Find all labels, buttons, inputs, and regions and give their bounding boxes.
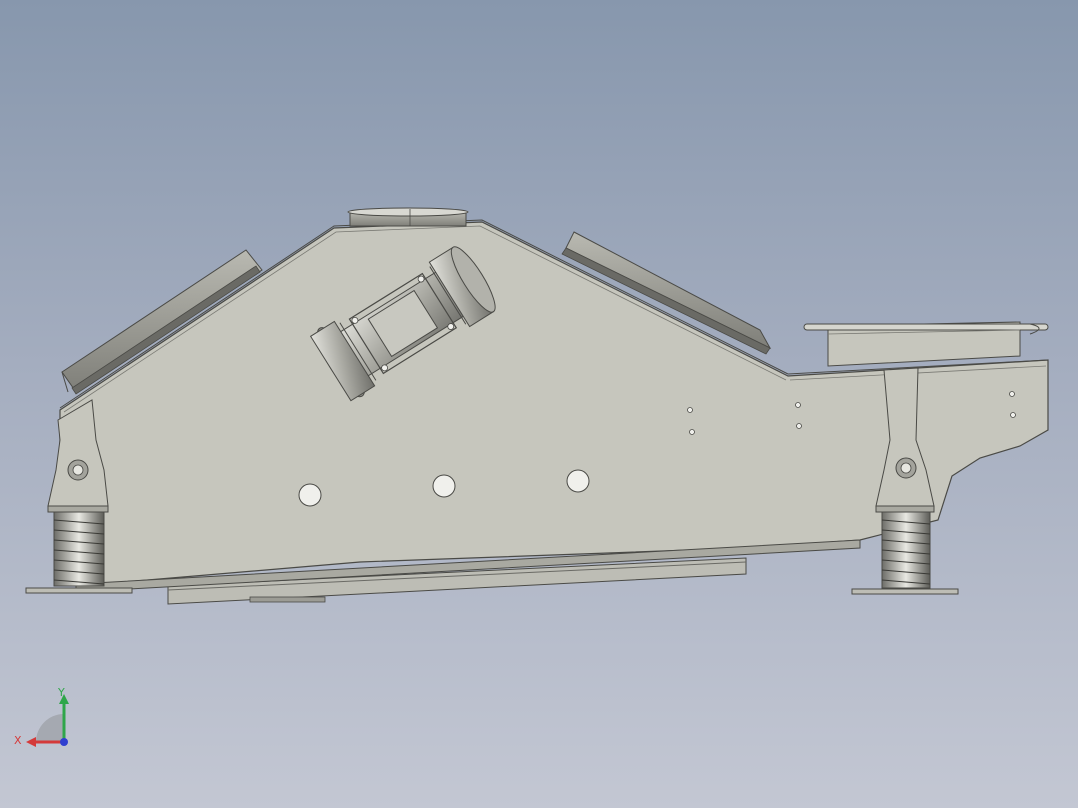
triad-plane-icon xyxy=(36,714,64,742)
x-axis-arrowhead-icon xyxy=(26,737,36,747)
x-axis-label: X xyxy=(14,734,22,747)
cad-viewport[interactable]: Y X xyxy=(0,0,1078,808)
y-axis-label: Y xyxy=(57,686,65,699)
axis-triad[interactable]: Y X xyxy=(12,684,76,752)
z-axis-icon xyxy=(60,738,68,746)
discharge-hood[interactable] xyxy=(803,321,1049,367)
feed-inlet[interactable] xyxy=(347,207,469,227)
vibrating-screen-model[interactable] xyxy=(0,0,1078,808)
